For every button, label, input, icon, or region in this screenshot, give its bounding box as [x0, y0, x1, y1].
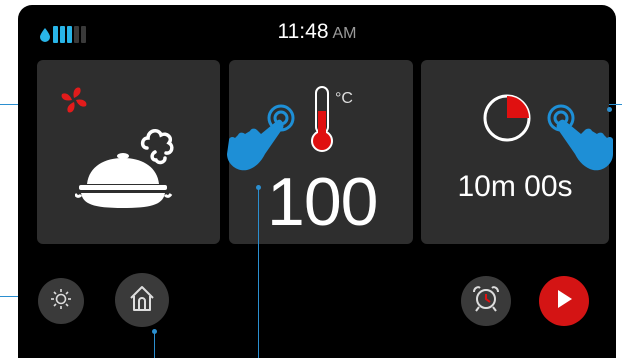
- light-button[interactable]: [38, 278, 84, 324]
- home-icon: [128, 284, 156, 317]
- oven-control-screen: 11:48 AM °C 100 10m 00s: [18, 5, 616, 358]
- tap-hand-icon: [541, 96, 613, 181]
- callout-line-home: [154, 331, 155, 358]
- callout-dot-timer: [607, 107, 612, 112]
- sun-icon: [49, 287, 73, 316]
- callout-dot-temperature: [256, 185, 261, 190]
- cooking-mode-tile[interactable]: [37, 60, 220, 244]
- clock-ampm: AM: [332, 25, 357, 42]
- alarm-button[interactable]: [461, 276, 511, 326]
- temperature-unit: °C: [335, 90, 353, 107]
- callout-line-timer: [609, 104, 622, 105]
- temperature-tile[interactable]: °C 100: [227, 60, 413, 244]
- callout-line-temperature: [258, 187, 259, 358]
- callout-dot-home: [152, 329, 157, 334]
- status-bar: 11:48 AM: [18, 5, 616, 57]
- clock: 11:48 AM: [18, 20, 616, 44]
- timer-icon: [481, 92, 533, 149]
- clock-time: 11:48: [277, 20, 329, 43]
- home-button[interactable]: [115, 273, 169, 327]
- convection-fan-icon: [59, 85, 89, 120]
- thermometer-icon: [309, 85, 335, 158]
- alarm-clock-icon: [472, 285, 500, 318]
- timer-tile[interactable]: 10m 00s: [421, 60, 613, 244]
- play-icon: [554, 288, 574, 315]
- covered-dish-steam-icon: [73, 118, 190, 223]
- start-button[interactable]: [539, 276, 589, 326]
- temperature-value: 100: [267, 164, 378, 240]
- timer-value: 10m 00s: [457, 170, 573, 203]
